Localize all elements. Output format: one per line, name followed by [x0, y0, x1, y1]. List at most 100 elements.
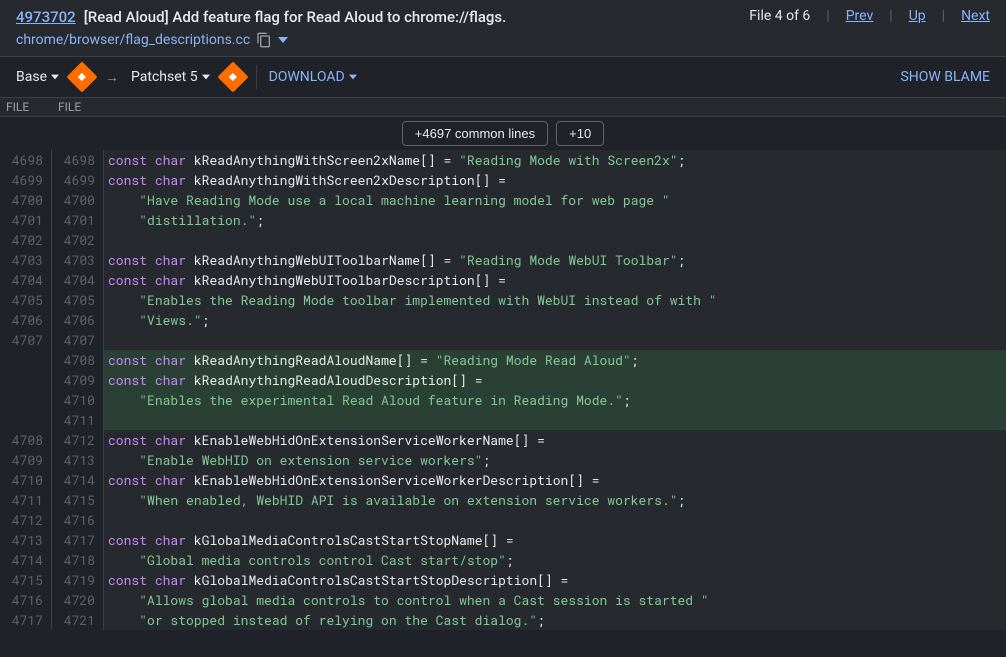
code-content [104, 510, 1006, 530]
code-content: "Enables the experimental Read Aloud fea… [104, 390, 1006, 410]
code-line[interactable]: 47064706 "Views."; [0, 310, 1006, 330]
expand-common-button[interactable]: +4697 common lines [402, 121, 548, 146]
code-line[interactable]: 4708const char kReadAnythingReadAloudNam… [0, 350, 1006, 370]
change-title: [Read Aloud] Add feature flag for Read A… [84, 8, 507, 26]
code-line[interactable]: 47154719const char kGlobalMediaControlsC… [0, 570, 1006, 590]
code-line[interactable]: 47074707 [0, 330, 1006, 350]
code-content: const char kReadAnythingWebUIToolbarName… [104, 250, 1006, 270]
code-content: const char kGlobalMediaControlsCastStart… [104, 530, 1006, 550]
file-path-row: chrome/browser/flag_descriptions.cc [16, 32, 749, 48]
code-line[interactable]: 47164720 "Allows global media controls t… [0, 590, 1006, 610]
page-header: 4973702 [Read Aloud] Add feature flag fo… [0, 0, 1006, 57]
line-number-right: 4711 [52, 410, 104, 430]
line-number-right: 4708 [52, 350, 104, 370]
download-button[interactable]: DOWNLOAD [269, 69, 357, 85]
code-content: "Allows global media controls to control… [104, 590, 1006, 610]
base-diamond-icon[interactable]: ⬥ [66, 61, 97, 92]
expand-10-button[interactable]: +10 [556, 121, 604, 146]
line-number-right: 4716 [52, 510, 104, 530]
code-content: const char kReadAnythingWithScreen2xName… [104, 150, 1006, 170]
header-left: 4973702 [Read Aloud] Add feature flag fo… [16, 8, 749, 48]
line-number-left: 4715 [0, 570, 52, 590]
code-line[interactable]: 47014701 "distillation."; [0, 210, 1006, 230]
title-row: 4973702 [Read Aloud] Add feature flag fo… [16, 8, 749, 26]
code-line[interactable]: 47134717const char kGlobalMediaControlsC… [0, 530, 1006, 550]
code-content: const char kEnableWebHidOnExtensionServi… [104, 430, 1006, 450]
next-link[interactable]: Next [961, 8, 990, 24]
diff-code-area: 46984698const char kReadAnythingWithScre… [0, 150, 1006, 630]
up-link[interactable]: Up [909, 8, 926, 24]
code-content: const char kReadAnythingWithScreen2xDesc… [104, 170, 1006, 190]
chevron-down-icon [51, 73, 59, 81]
code-line[interactable]: 47124716 [0, 510, 1006, 530]
line-number-right: 4707 [52, 330, 104, 350]
patchset-selector[interactable]: Patchset 5 [131, 69, 210, 85]
line-number-left: 4702 [0, 230, 52, 250]
line-number-left [0, 350, 52, 370]
code-content: "distillation."; [104, 210, 1006, 230]
line-number-left: 4705 [0, 290, 52, 310]
line-number-left: 4714 [0, 550, 52, 570]
line-number-left: 4708 [0, 430, 52, 450]
line-number-left: 4701 [0, 210, 52, 230]
line-number-right: 4715 [52, 490, 104, 510]
line-number-left: 4712 [0, 510, 52, 530]
code-content: const char kReadAnythingReadAloudDescrip… [104, 370, 1006, 390]
code-line[interactable]: 47034703const char kReadAnythingWebUIToo… [0, 250, 1006, 270]
code-line[interactable]: 47144718 "Global media controls control … [0, 550, 1006, 570]
code-line[interactable]: 47174721 "or stopped instead of relying … [0, 610, 1006, 630]
code-content: const char kReadAnythingWebUIToolbarDesc… [104, 270, 1006, 290]
context-expand-bar: +4697 common lines +10 [0, 117, 1006, 150]
line-number-right: 4720 [52, 590, 104, 610]
code-line[interactable]: 47054705 "Enables the Reading Mode toolb… [0, 290, 1006, 310]
change-id-link[interactable]: 4973702 [16, 8, 76, 26]
code-content: "Have Reading Mode use a local machine l… [104, 190, 1006, 210]
arrow-icon: → [105, 69, 119, 86]
copy-icon[interactable] [256, 32, 272, 48]
code-content: "Global media controls control Cast star… [104, 550, 1006, 570]
code-line[interactable]: 47004700 "Have Reading Mode use a local … [0, 190, 1006, 210]
code-line[interactable]: 47024702 [0, 230, 1006, 250]
code-line[interactable]: 47104714const char kEnableWebHidOnExtens… [0, 470, 1006, 490]
patchset-diamond-icon[interactable]: ⬥ [217, 61, 248, 92]
code-line[interactable]: 4711 [0, 410, 1006, 430]
code-content: const char kReadAnythingReadAloudName[] … [104, 350, 1006, 370]
line-number-left [0, 410, 52, 430]
show-blame-button[interactable]: SHOW BLAME [900, 69, 990, 85]
line-number-right: 4698 [52, 150, 104, 170]
file-dropdown-icon[interactable] [278, 35, 288, 45]
nav-sep: | [889, 8, 892, 24]
code-line[interactable]: 47084712const char kEnableWebHidOnExtens… [0, 430, 1006, 450]
code-line[interactable]: 47044704const char kReadAnythingWebUIToo… [0, 270, 1006, 290]
line-number-right: 4709 [52, 370, 104, 390]
line-number-left: 4713 [0, 530, 52, 550]
code-line[interactable]: 4709const char kReadAnythingReadAloudDes… [0, 370, 1006, 390]
line-number-right: 4717 [52, 530, 104, 550]
diff-toolbar: Base ⬥ → Patchset 5 ⬥ DOWNLOAD SHOW BLAM… [0, 57, 1006, 98]
line-number-left: 4709 [0, 450, 52, 470]
code-line[interactable]: 47114715 "When enabled, WebHID API is av… [0, 490, 1006, 510]
line-number-right: 4712 [52, 430, 104, 450]
line-number-left: 4698 [0, 150, 52, 170]
patchset-label-text: Patchset 5 [131, 69, 198, 85]
header-right: File 4 of 6 | Prev | Up | Next [749, 8, 990, 24]
line-number-right: 4704 [52, 270, 104, 290]
code-line[interactable]: 47094713 "Enable WebHID on extension ser… [0, 450, 1006, 470]
line-number-left: 4717 [0, 610, 52, 630]
line-number-right: 4701 [52, 210, 104, 230]
line-number-left: 4716 [0, 590, 52, 610]
chevron-down-icon [202, 73, 210, 81]
code-line[interactable]: 4710 "Enables the experimental Read Alou… [0, 390, 1006, 410]
base-selector[interactable]: Base [16, 69, 59, 85]
line-number-left: 4700 [0, 190, 52, 210]
nav-sep: | [942, 8, 945, 24]
code-line[interactable]: 46994699const char kReadAnythingWithScre… [0, 170, 1006, 190]
line-number-left: 4711 [0, 490, 52, 510]
code-content: "Views."; [104, 310, 1006, 330]
line-number-right: 4719 [52, 570, 104, 590]
code-content: "Enable WebHID on extension service work… [104, 450, 1006, 470]
line-number-left: 4704 [0, 270, 52, 290]
code-line[interactable]: 46984698const char kReadAnythingWithScre… [0, 150, 1006, 170]
line-number-left [0, 370, 52, 390]
prev-link[interactable]: Prev [846, 8, 874, 24]
